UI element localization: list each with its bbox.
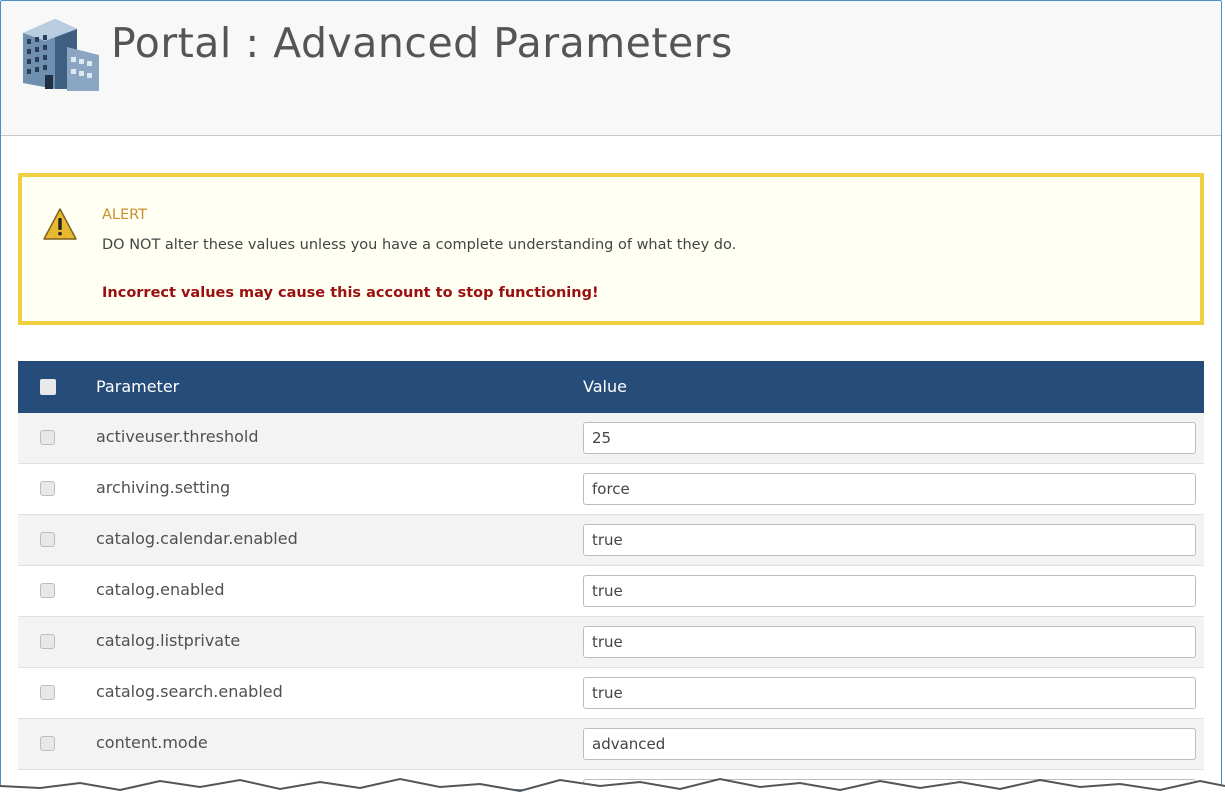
warning-triangle-icon [43, 208, 77, 240]
parameter-value-input[interactable]: 25 [583, 422, 1196, 454]
parameter-value-input[interactable]: force [583, 473, 1196, 505]
table-row: catalog.enabled true [18, 566, 1204, 617]
parameter-value-input[interactable]: true [583, 524, 1196, 556]
parameter-name: content.mode [96, 733, 208, 752]
row-checkbox[interactable] [40, 481, 55, 496]
page-frame: Portal : Advanced Parameters ALERT DO NO… [0, 0, 1222, 790]
alert-box: ALERT DO NOT alter these values unless y… [18, 173, 1204, 325]
parameters-table: Parameter Value activeuser.threshold 25 … [18, 361, 1204, 789]
row-checkbox[interactable] [40, 430, 55, 445]
page-header: Portal : Advanced Parameters [1, 1, 1221, 136]
table-row: activeuser.threshold 25 [18, 413, 1204, 464]
table-row: catalog.calendar.enabled true [18, 515, 1204, 566]
alert-warning: Incorrect values may cause this account … [102, 285, 599, 301]
row-checkbox[interactable] [40, 685, 55, 700]
table-row: archiving.setting force [18, 464, 1204, 515]
parameter-value-input[interactable]: true [583, 677, 1196, 709]
row-checkbox[interactable] [40, 532, 55, 547]
alert-title: ALERT [102, 207, 148, 223]
parameter-value-input[interactable]: true [583, 626, 1196, 658]
select-all-checkbox[interactable] [40, 379, 56, 395]
office-building-icon [23, 19, 99, 91]
column-header-value[interactable]: Value [583, 377, 627, 396]
parameter-name: catalog.enabled [96, 580, 225, 599]
table-row: catalog.search.enabled true [18, 668, 1204, 719]
row-checkbox[interactable] [40, 634, 55, 649]
page-title: Portal : Advanced Parameters [111, 19, 733, 67]
row-checkbox[interactable] [40, 583, 55, 598]
alert-message: DO NOT alter these values unless you hav… [102, 237, 737, 253]
parameter-value-input[interactable]: advanced [583, 728, 1196, 760]
torn-edge-decoration [0, 777, 1225, 802]
row-checkbox[interactable] [40, 736, 55, 751]
parameter-name: catalog.calendar.enabled [96, 529, 298, 548]
table-row: content.mode advanced [18, 719, 1204, 770]
parameter-value-input[interactable]: true [583, 575, 1196, 607]
parameter-name: catalog.listprivate [96, 631, 241, 650]
column-header-parameter[interactable]: Parameter [96, 377, 179, 396]
parameter-name: archiving.setting [96, 478, 231, 497]
table-row: catalog.listprivate true [18, 617, 1204, 668]
parameter-name: catalog.search.enabled [96, 682, 283, 701]
table-header: Parameter Value [18, 361, 1204, 413]
parameter-name: activeuser.threshold [96, 427, 259, 446]
